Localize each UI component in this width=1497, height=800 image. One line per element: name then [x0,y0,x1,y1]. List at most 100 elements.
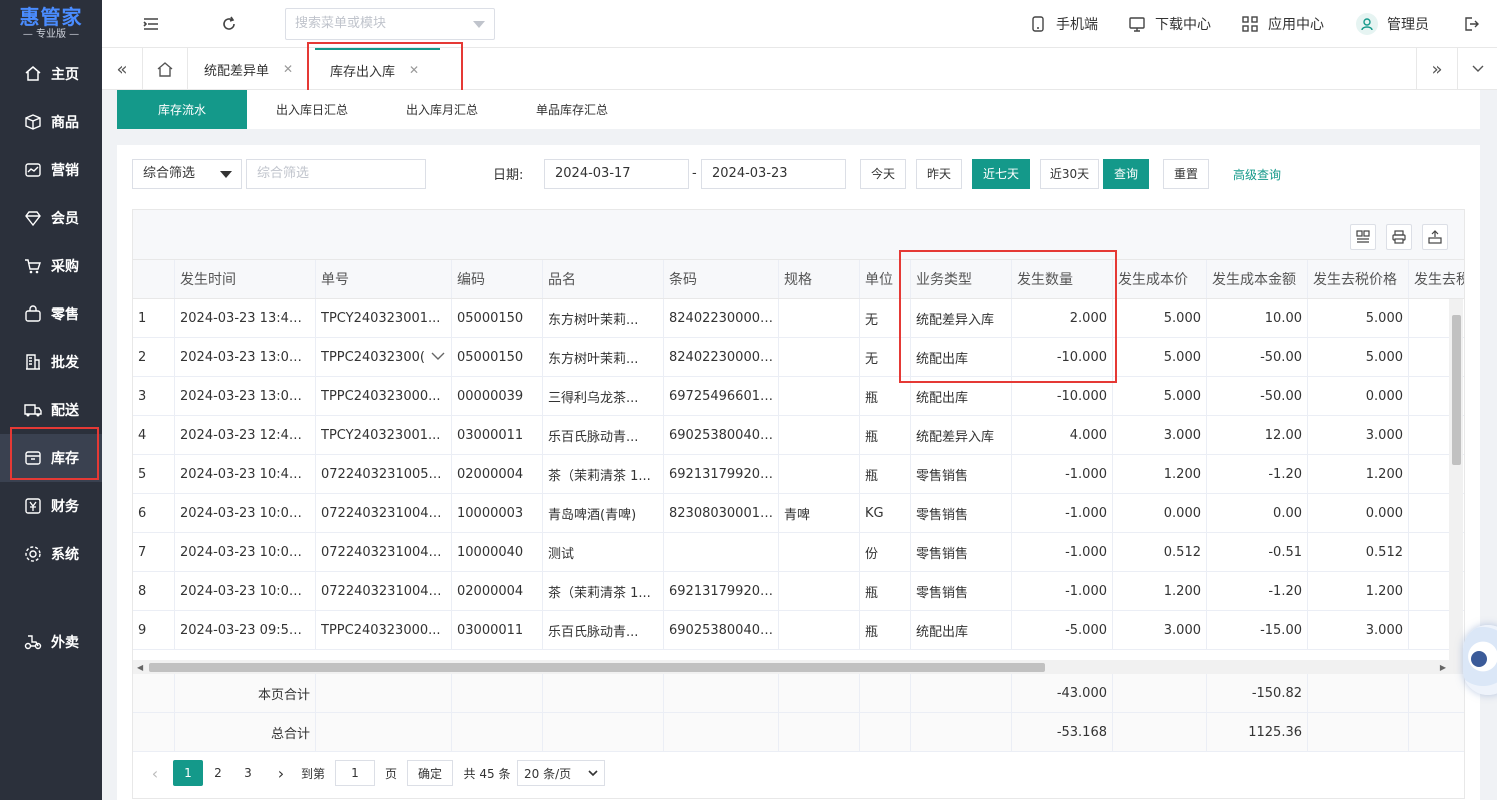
sidebar-item-truck[interactable]: 配送 [0,386,102,434]
next-page-icon[interactable]: › [271,760,291,786]
app-center-link[interactable]: 应用中心 [1241,14,1324,34]
column-header[interactable]: 发生数量 [1012,260,1113,298]
column-header[interactable]: 业务类型 [911,260,1012,298]
last-7-days-button[interactable]: 近七天 [972,159,1030,189]
close-icon[interactable]: ✕ [283,62,293,76]
tab-distribution-diff[interactable]: 统配差异单 ✕ [204,48,293,90]
table-row[interactable]: 9 2024-03-23 09:53:18 TPPC240323000... 0300… [133,611,1464,650]
column-header[interactable]: 条码 [664,260,779,298]
horizontal-scrollbar[interactable]: ◀ ▶ [133,660,1464,674]
table-cell: TPPC240323000... [316,377,452,415]
table-row[interactable]: 2 2024-03-23 13:01:18 TPPC24032300(0500015… [133,338,1464,377]
logout-icon[interactable] [1461,14,1481,34]
scroll-right-icon[interactable]: ▶ [1440,663,1446,672]
sidebar-item-cart[interactable]: 采购 [0,242,102,290]
today-button[interactable]: 今天 [860,159,906,189]
sidebar-item-building[interactable]: 批发 [0,338,102,386]
prev-page-icon[interactable]: ‹ [145,760,165,786]
column-header[interactable]: 规格 [779,260,860,298]
page-3[interactable]: 3 [235,760,261,786]
table-cell: -5.000 [1012,611,1113,649]
column-header[interactable] [133,260,175,298]
vertical-scrollbar[interactable] [1449,299,1463,660]
vertical-scroll-thumb[interactable] [1452,315,1461,465]
goto-confirm-button[interactable]: 确定 [407,760,453,786]
pagination: ‹ 1 2 3 › 到第 1 页 确定 共 45 条 20 条/页 [133,754,1464,798]
table-row[interactable]: 8 2024-03-23 10:05:53 07224032310042... 020… [133,572,1464,611]
column-header[interactable]: 发生去税价格 [1308,260,1409,298]
export-icon[interactable] [1422,224,1448,250]
yesterday-button[interactable]: 昨天 [916,159,962,189]
print-icon[interactable] [1386,224,1412,250]
horizontal-scroll-thumb[interactable] [149,663,1045,672]
user-menu[interactable]: 管理员 [1356,13,1429,35]
page-1[interactable]: 1 [173,760,203,786]
page-2[interactable]: 2 [205,760,231,786]
column-header[interactable]: 发生成本价 [1113,260,1207,298]
tabs-menu-chevron-icon[interactable] [1458,48,1497,90]
chevron-down-icon[interactable] [431,350,447,365]
column-header[interactable]: 发生时间 [175,260,316,298]
columns-icon[interactable] [1350,224,1376,250]
table-row[interactable]: 6 2024-03-23 10:05:53 07224032310042... 100… [133,494,1464,533]
sidebar-item-yen[interactable]: 财务 [0,482,102,530]
scroll-left-icon[interactable]: ◀ [137,663,143,672]
sidebar-item-label: 外卖 [51,635,79,651]
sidebar-item-bag[interactable]: 零售 [0,290,102,338]
table-row[interactable]: 3 2024-03-23 13:01:18 TPPC240323000... 0000… [133,377,1464,416]
sidebar-item-chart[interactable]: 营销 [0,146,102,194]
table-cell: 乐百氏脉动青... [543,611,664,649]
download-center-link[interactable]: 下载中心 [1128,14,1211,34]
date-to-input[interactable]: 2024-03-23 [701,159,846,189]
page-total-row: 本页合计 -43.000 -150.82 [133,674,1464,713]
home-tab-icon[interactable] [143,48,187,90]
menu-collapse-icon[interactable] [141,14,161,34]
sidebar-item-inventory[interactable]: 库存 [0,434,102,482]
sidebar-item-box[interactable]: 商品 [0,98,102,146]
tabs-scroll-right-icon[interactable]: » [1417,48,1457,90]
table-cell: 05000150 [452,299,543,337]
close-icon[interactable]: ✕ [409,63,419,77]
column-header[interactable]: 品名 [543,260,664,298]
subtab-daily-summary[interactable]: 出入库日汇总 [247,90,377,129]
column-header[interactable]: 发生成本金额 [1207,260,1308,298]
tabs-scroll-left-icon[interactable]: « [102,48,142,90]
subtab-monthly-summary[interactable]: 出入库月汇总 [377,90,507,129]
last-30-days-button[interactable]: 近30天 [1040,159,1099,189]
column-header[interactable]: 编码 [452,260,543,298]
mobile-link[interactable]: 手机端 [1029,14,1098,34]
table-cell: 无 [860,338,911,376]
column-header[interactable]: 单号 [316,260,452,298]
table-row[interactable]: 7 2024-03-23 10:05:53 07224032310042... 100… [133,533,1464,572]
query-button[interactable]: 查询 [1103,159,1149,189]
advanced-query-link[interactable]: 高级查询 [1233,166,1281,183]
assistant-bubble-icon[interactable] [1463,625,1497,695]
sidebar-item-home[interactable]: 主页 [0,50,102,98]
apps-grid-icon [1241,15,1259,33]
column-header[interactable]: 单位 [860,260,911,298]
filter-type-select[interactable]: 综合筛选 [132,159,242,189]
table-row[interactable]: 5 2024-03-23 10:44:16 07224032310055... 020… [133,455,1464,494]
menu-search-input[interactable]: 搜索菜单或模块 [285,8,495,40]
table-row[interactable]: 4 2024-03-23 12:48:36 TPCY240323001... 0300… [133,416,1464,455]
goto-page-input[interactable]: 1 [335,760,375,786]
tab-inventory-io[interactable]: 库存出入库 ✕ [315,48,440,90]
sidebar-item-diamond[interactable]: 会员 [0,194,102,242]
table-cell: 瓶 [860,572,911,610]
tab-label: 库存出入库 [330,64,396,80]
page-size-select[interactable]: 20 条/页 [517,760,605,786]
table-row[interactable]: 1 2024-03-23 13:42:54 TPCY240323001... 0500… [133,299,1464,338]
subtab-item-summary[interactable]: 单品库存汇总 [507,90,637,129]
refresh-icon[interactable] [219,14,239,34]
table-cell: 7 [133,533,175,571]
table-header: 发生时间 单号 编码 品名 条码 规格 单位 业务类型 发生数量 发生成本价 发生成本金额 发生去税价… [133,260,1464,299]
reset-button[interactable]: 重置 [1163,159,1209,189]
subtab-stock-flow[interactable]: 库存流水 [117,90,247,129]
column-header[interactable]: 发生去税 [1409,260,1464,298]
sidebar-item-delivery[interactable]: 外卖 [0,618,102,666]
table-cell [779,299,860,337]
date-from-input[interactable]: 2024-03-17 [544,159,689,189]
filter-keyword-input[interactable]: 综合筛选 [246,159,426,189]
sidebar-item-gear[interactable]: 系统 [0,530,102,578]
date-separator: - [692,166,697,181]
